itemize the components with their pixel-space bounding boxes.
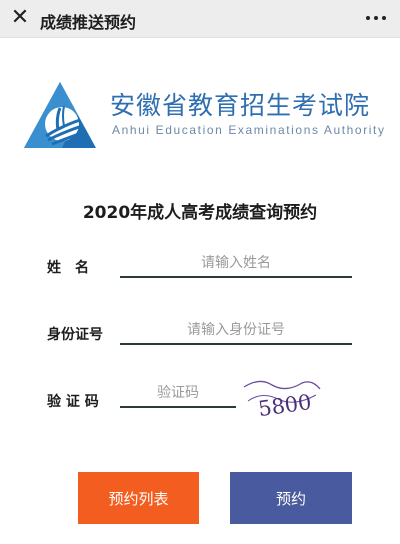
captcha-text: 5800	[257, 390, 313, 420]
id-number-label: 身份证号	[47, 327, 103, 343]
close-icon[interactable]: ✕	[10, 7, 30, 29]
form-title: 2020年成人高考成绩查询预约	[82, 203, 318, 223]
org-name-cn: 安徽省教育招生考试院	[110, 91, 371, 120]
more-icon[interactable]	[364, 8, 388, 28]
captcha-graphic: 5800	[243, 380, 321, 421]
reserve-button[interactable]: 预约	[230, 472, 352, 524]
page-title: 成绩推送预约	[40, 13, 137, 32]
org-logo: 安徽省教育招生考试院 Anhui Education Examinations …	[22, 80, 392, 150]
captcha-image[interactable]: 5800	[242, 375, 322, 421]
name-input[interactable]	[120, 250, 352, 278]
name-label: 姓 名	[47, 260, 89, 276]
id-number-input[interactable]	[120, 317, 352, 345]
top-bar: ✕ 成绩推送预约	[0, 0, 400, 38]
reservation-list-button[interactable]: 预约列表	[78, 472, 199, 524]
captcha-input[interactable]	[120, 380, 236, 408]
captcha-label: 验 证 码	[47, 394, 99, 410]
logo-emblem-icon	[24, 82, 96, 148]
org-name-en: Anhui Education Examinations Authority	[112, 123, 386, 137]
